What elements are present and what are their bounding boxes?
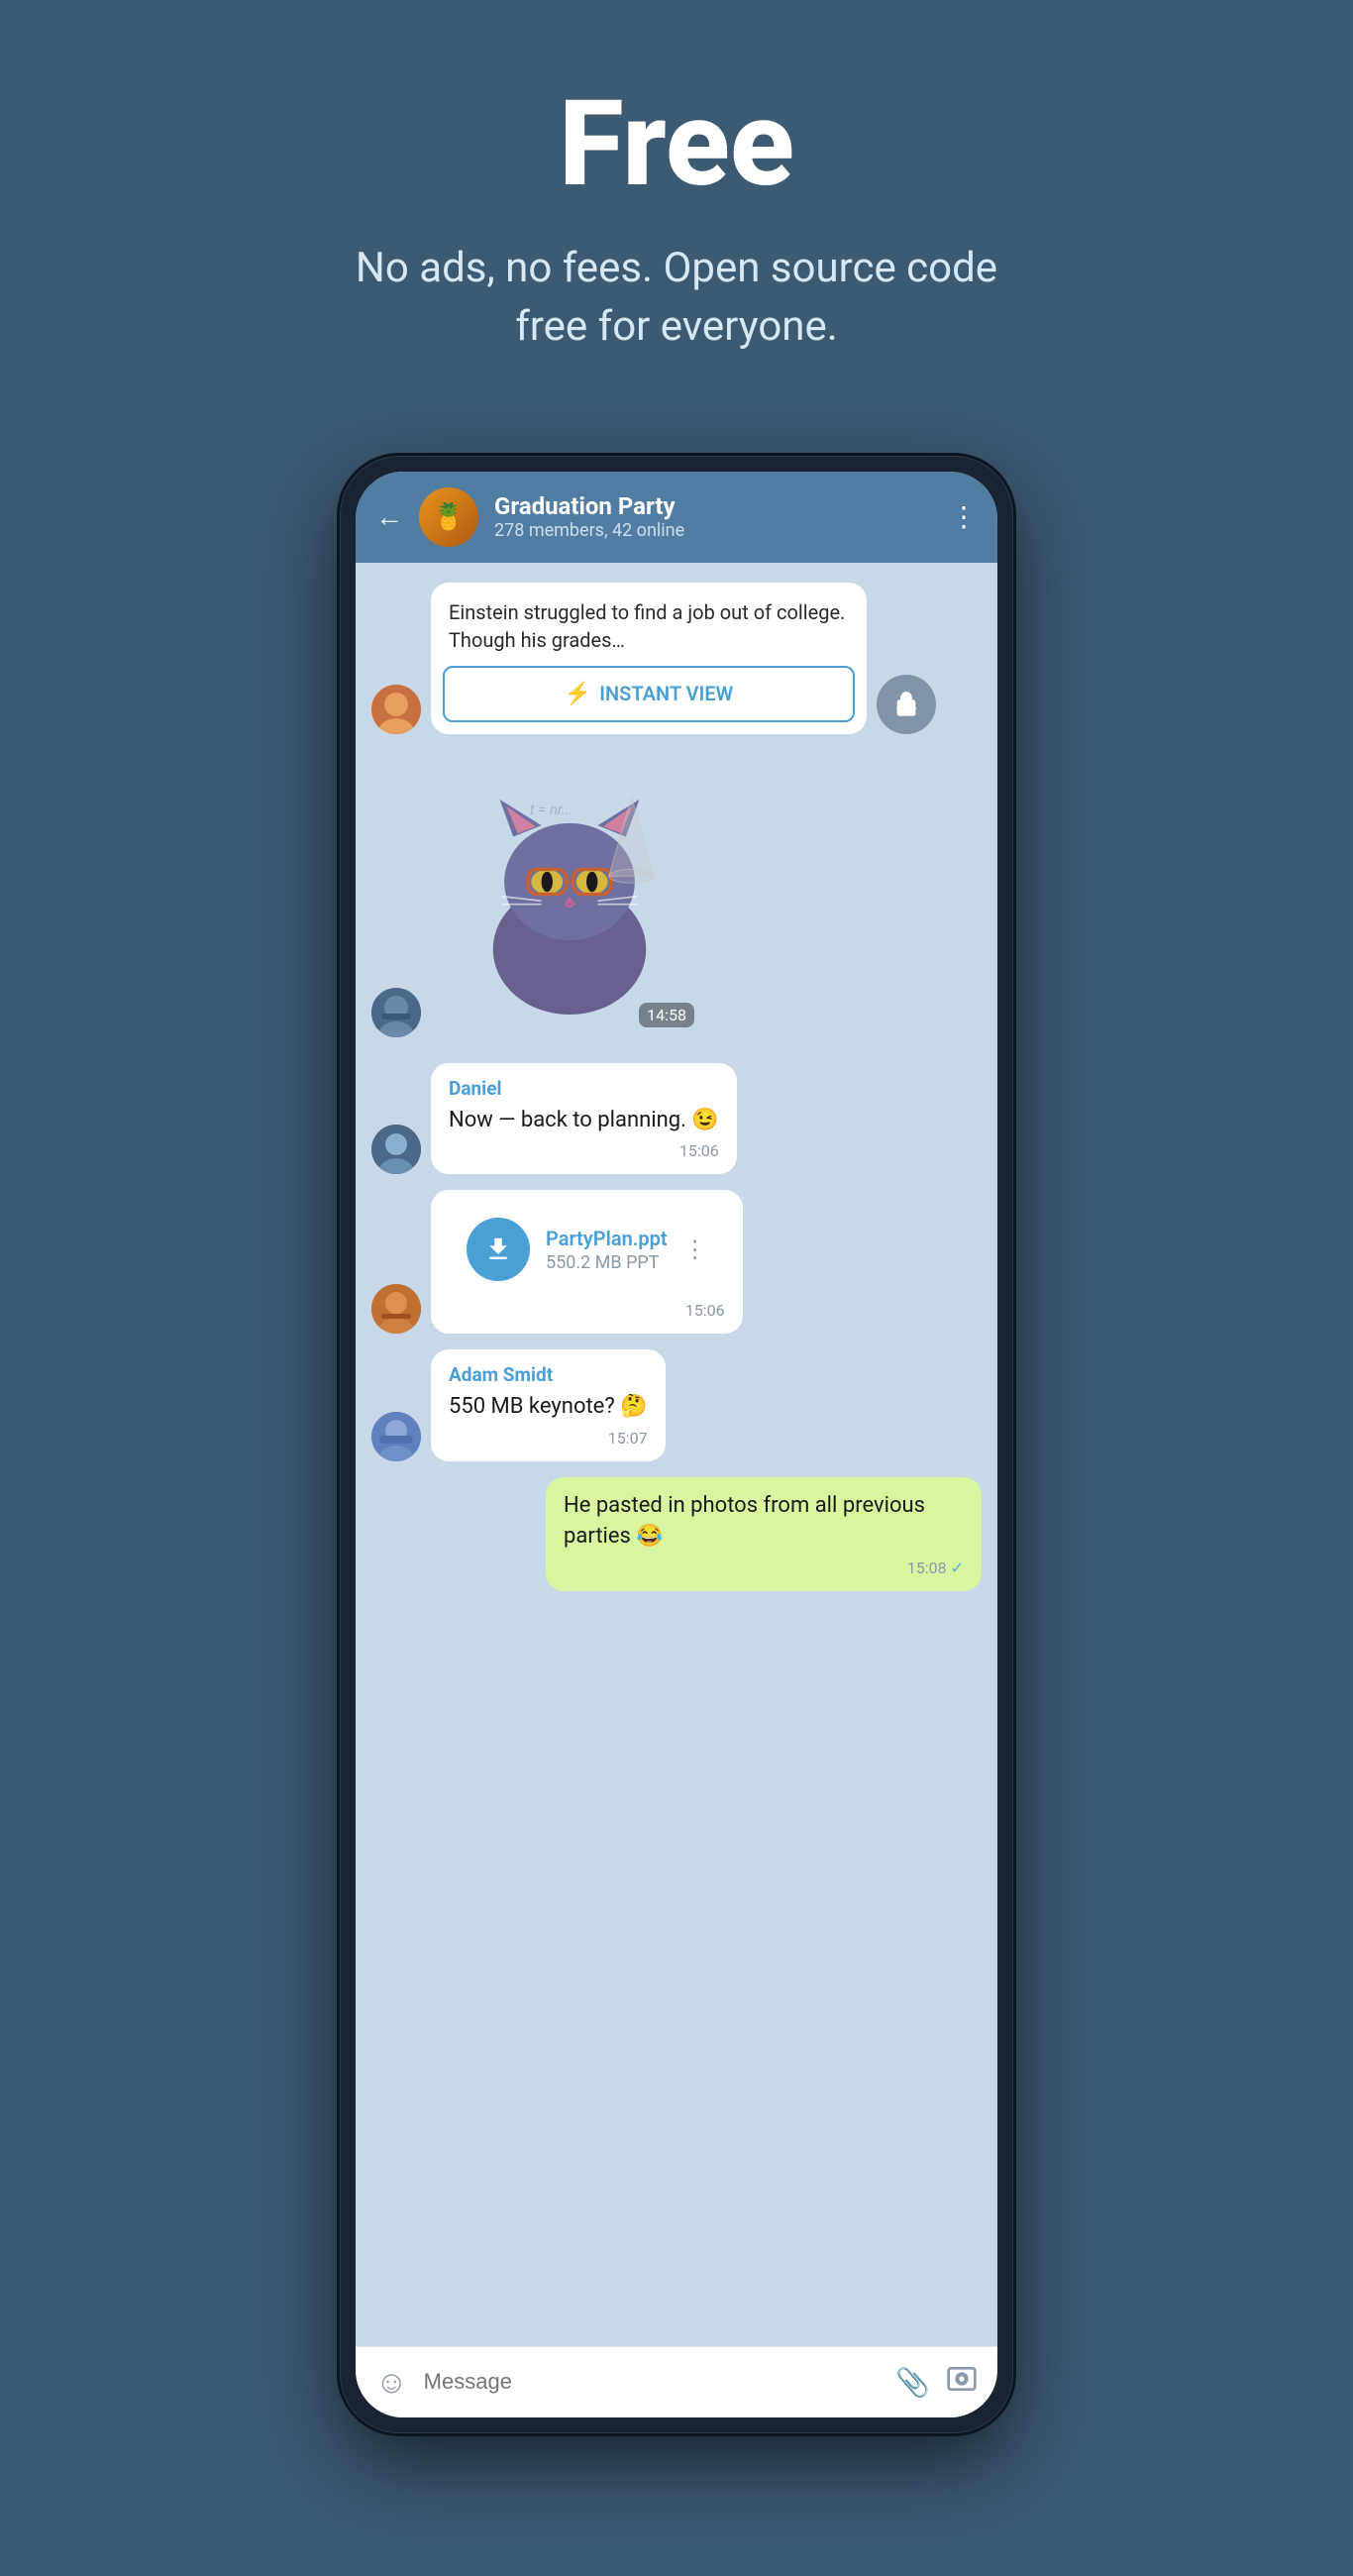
avatar-girl [371, 685, 421, 734]
daniel-message-bubble: Daniel Now — back to planning. 😉 15:06 [431, 1063, 737, 1175]
instant-view-button[interactable]: ⚡ INSTANT VIEW [443, 666, 855, 722]
sticker-message-row: t = nr... A = ... V = l² P = 2nr A = nr²… [371, 750, 982, 1047]
group-name: Graduation Party [494, 492, 934, 520]
file-message-row: PartyPlan.ppt 550.2 MB PPT ⋮ 15:06 [371, 1190, 982, 1334]
file-message-time: 15:06 [449, 1301, 725, 1320]
camera-button[interactable] [946, 2363, 978, 2402]
daniel-sender: Daniel [449, 1077, 719, 1100]
adam-sender: Adam Smidt [449, 1363, 648, 1386]
hero-subtitle: No ads, no fees. Open source code free f… [330, 240, 1023, 357]
file-download-icon[interactable] [467, 1218, 530, 1281]
file-attachment: PartyPlan.ppt 550.2 MB PPT ⋮ [449, 1204, 725, 1295]
cat-sticker [431, 760, 708, 1037]
phone-inner: ← 🍍 Graduation Party 278 members, 42 onl… [356, 472, 997, 2417]
back-button[interactable]: ← [375, 500, 403, 533]
article-preview: Einstein struggled to find a job out of … [431, 583, 867, 734]
message-input-bar: ☺ 📎 [356, 2346, 997, 2417]
chat-menu-button[interactable]: ⋮ [950, 500, 978, 533]
sticker-container: t = nr... A = ... V = l² P = 2nr A = nr²… [431, 760, 708, 1037]
file-info: PartyPlan.ppt 550.2 MB PPT [546, 1227, 668, 1273]
instant-view-label: INSTANT VIEW [599, 682, 733, 705]
adam-message-bubble: Adam Smidt 550 MB keynote? 🤔 15:07 [431, 1349, 666, 1461]
chat-header: ← 🍍 Graduation Party 278 members, 42 onl… [356, 472, 997, 563]
avatar-file-sender [371, 1284, 421, 1334]
outgoing-message-bubble: He pasted in photos from all previous pa… [546, 1477, 982, 1591]
avatar-guy1 [371, 988, 421, 1037]
share-button[interactable] [877, 675, 936, 734]
message-input[interactable] [424, 2369, 880, 2395]
daniel-message-text: Now — back to planning. 😉 [449, 1106, 719, 1136]
avatar-emoji: 🍍 [419, 487, 478, 547]
adam-message-text: 550 MB keynote? 🤔 [449, 1392, 648, 1423]
chat-info: Graduation Party 278 members, 42 online [494, 492, 934, 541]
daniel-message-row: Daniel Now — back to planning. 😉 15:06 [371, 1063, 982, 1175]
chat-body: Einstein struggled to find a job out of … [356, 563, 997, 2346]
adam-message-time: 15:07 [449, 1429, 648, 1448]
hero-title: Free [40, 79, 1313, 210]
adam-message-row: Adam Smidt 550 MB keynote? 🤔 15:07 [371, 1349, 982, 1461]
read-checkmark: ✓ [951, 1558, 964, 1577]
article-message-row: Einstein struggled to find a job out of … [371, 583, 982, 734]
outgoing-message-time: 15:08 ✓ [564, 1558, 964, 1577]
bolt-icon: ⚡ [565, 682, 591, 706]
group-status: 278 members, 42 online [494, 520, 934, 541]
article-text: Einstein struggled to find a job out of … [431, 583, 867, 666]
article-message-group: Einstein struggled to find a job out of … [431, 583, 867, 734]
daniel-message-time: 15:06 [449, 1141, 719, 1160]
group-avatar: 🍍 [419, 487, 478, 547]
file-name: PartyPlan.ppt [546, 1227, 668, 1250]
outgoing-message-text: He pasted in photos from all previous pa… [564, 1491, 964, 1553]
file-message-bubble: PartyPlan.ppt 550.2 MB PPT ⋮ 15:06 [431, 1190, 743, 1334]
emoji-button[interactable]: ☺ [375, 2363, 408, 2401]
phone-wrapper: ← 🍍 Graduation Party 278 members, 42 onl… [340, 456, 1013, 2433]
file-size: 550.2 MB PPT [546, 1252, 668, 1273]
avatar-adam [371, 1412, 421, 1461]
phone-frame: ← 🍍 Graduation Party 278 members, 42 onl… [340, 456, 1013, 2433]
outgoing-message-row: He pasted in photos from all previous pa… [371, 1477, 982, 1591]
avatar-daniel [371, 1125, 421, 1174]
file-menu-button[interactable]: ⋮ [683, 1235, 707, 1263]
sticker-time: 14:58 [639, 1003, 694, 1027]
attach-button[interactable]: 📎 [895, 2366, 930, 2399]
hero-section: Free No ads, no fees. Open source code f… [0, 0, 1353, 416]
